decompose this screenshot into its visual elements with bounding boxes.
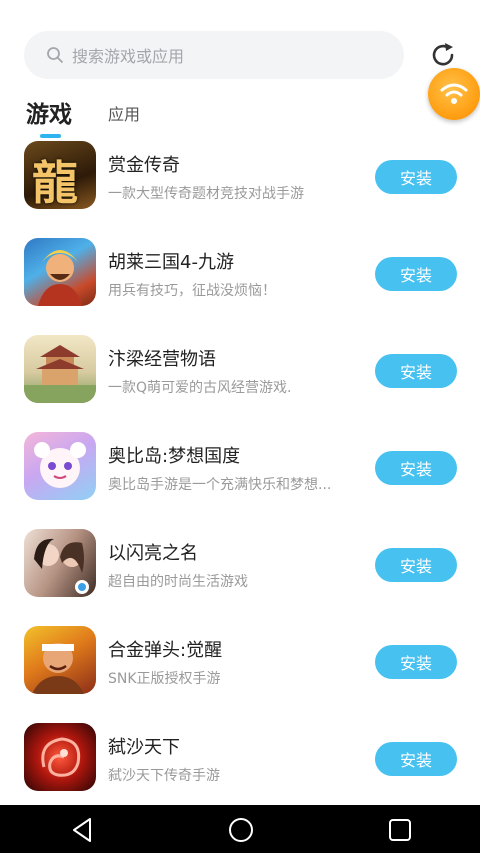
category-tabs: 游戏 应用 [26,92,326,142]
search-placeholder: 搜索游戏或应用 [72,47,185,66]
app-name: 胡莱三国4-九游 [108,252,234,273]
app-desc: 超自由的时尚生活游戏 [108,574,248,590]
tab-games[interactable]: 游戏 [26,95,72,129]
list-item[interactable]: 奥比岛:梦想国度 奥比岛手游是一个充满快乐和梦想... 安装 [0,416,480,513]
app-desc: 弑沙天下传奇手游 [108,768,220,784]
app-name: 以闪亮之名 [108,543,198,564]
install-button[interactable]: 安装 [375,645,457,679]
portrait-icon [34,538,89,594]
back-icon[interactable] [70,817,94,843]
app-icon[interactable] [24,432,96,500]
app-name: 奥比岛:梦想国度 [108,446,241,467]
app-store-screen: 搜索游戏或应用 游戏 应用 龍 赏金传奇 一款大型传奇题材竞技对战手游 安装 胡… [0,0,480,853]
list-item[interactable]: 汴梁经营物语 一款Q萌可爱的古风经营游戏. 安装 [0,319,480,416]
app-list[interactable]: 龍 赏金传奇 一款大型传奇题材竞技对战手游 安装 胡莱三国4-九游 用兵有技巧，… [0,140,480,805]
app-icon[interactable] [24,626,96,694]
cartoon-character-icon [34,442,86,488]
dragon-emblem-icon [41,737,81,777]
refresh-icon[interactable] [428,40,458,70]
system-nav-bar [0,805,480,853]
pavilion-icon [24,345,96,403]
soldier-icon [32,643,84,694]
warrior-icon [38,250,82,306]
search-icon [47,47,63,63]
home-icon[interactable] [228,817,254,843]
install-button[interactable]: 安装 [375,160,457,194]
app-icon[interactable] [24,529,96,597]
recent-apps-icon[interactable] [388,818,412,842]
search-bar[interactable]: 搜索游戏或应用 [24,31,404,79]
app-name: 弑沙天下 [108,737,180,758]
list-item[interactable]: 胡莱三国4-九游 用兵有技巧，征战没烦恼！ 安装 [0,222,480,319]
install-button[interactable]: 安装 [375,257,457,291]
app-icon[interactable]: 龍 [24,141,96,209]
app-desc: 用兵有技巧，征战没烦恼！ [108,283,276,299]
list-item[interactable]: 龍 赏金传奇 一款大型传奇题材竞技对战手游 安装 [0,140,480,222]
list-item[interactable]: 弑沙天下 弑沙天下传奇手游 安装 [0,707,480,804]
app-desc: SNK正版授权手游 [108,671,221,687]
install-button[interactable]: 安装 [375,742,457,776]
wifi-icon [440,83,468,104]
app-desc: 一款大型传奇题材竞技对战手游 [108,186,304,202]
list-item[interactable]: 合金弹头:觉醒 SNK正版授权手游 安装 [0,610,480,707]
app-icon[interactable] [24,723,96,791]
install-button[interactable]: 安装 [375,548,457,582]
list-item[interactable]: 以闪亮之名 超自由的时尚生活游戏 安装 [0,513,480,610]
app-icon[interactable] [24,335,96,403]
tab-active-indicator [40,134,61,138]
app-desc: 奥比岛手游是一个充满快乐和梦想... [108,477,332,493]
install-button[interactable]: 安装 [375,354,457,388]
app-name: 汴梁经营物语 [108,349,216,370]
app-desc: 一款Q萌可爱的古风经营游戏. [108,380,292,396]
app-name: 赏金传奇 [108,155,180,176]
tab-apps[interactable]: 应用 [108,101,140,125]
wifi-float-button[interactable] [428,68,480,120]
install-button[interactable]: 安装 [375,451,457,485]
app-icon[interactable] [24,238,96,306]
app-name: 合金弹头:觉醒 [108,640,223,661]
app-icon-glyph: 龍 [32,156,78,209]
